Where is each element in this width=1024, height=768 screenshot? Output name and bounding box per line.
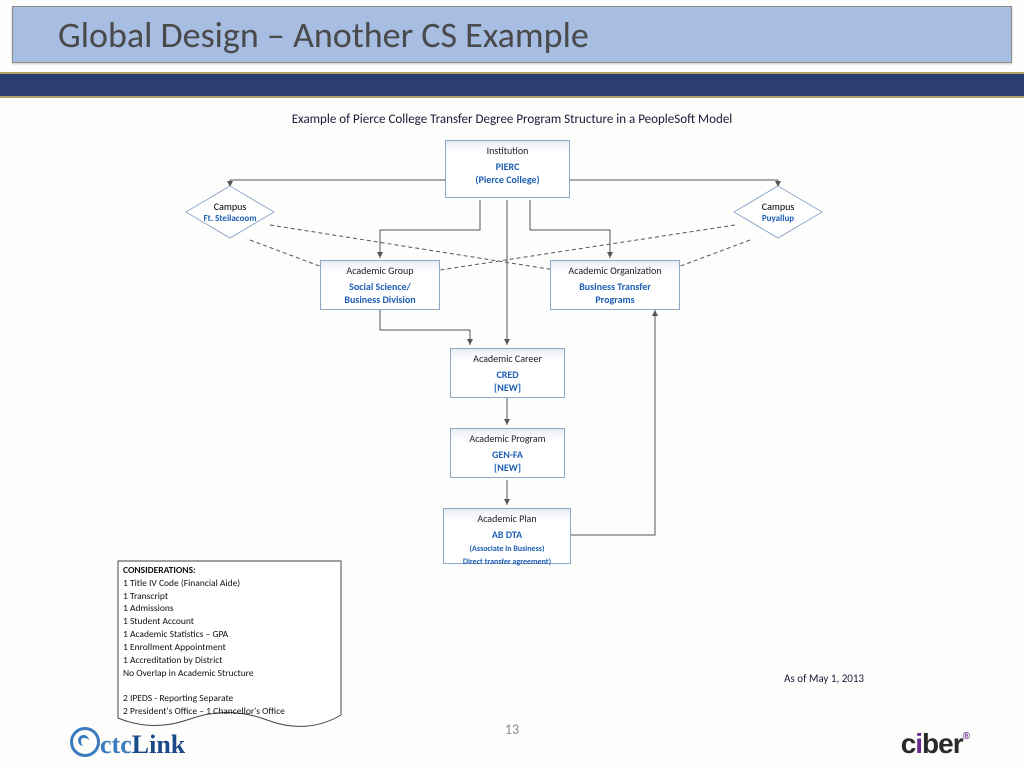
value: Business Transfer — [579, 280, 651, 293]
swirl-icon — [70, 727, 100, 757]
label: Academic Plan — [446, 512, 568, 525]
label: Academic Career — [453, 352, 562, 365]
as-of-date: As of May 1, 2013 — [784, 672, 864, 685]
box-academic-org: Academic Organization Business Transfer … — [550, 260, 680, 310]
box-academic-plan: Academic Plan AB DTA (Associate in Busin… — [443, 508, 571, 564]
box-academic-program: Academic Program GEN-FA [NEW] — [450, 428, 565, 478]
diamond-campus-left: Campus Ft. Steilacoom — [185, 185, 275, 239]
header-band — [0, 72, 1024, 98]
label: Academic Organization — [553, 264, 677, 277]
value: (Associate in Business) — [470, 544, 545, 554]
slide-title: Global Design – Another CS Example — [13, 7, 1011, 57]
value: Programs — [595, 293, 634, 306]
slide-title-bar: Global Design – Another CS Example — [12, 6, 1012, 63]
value: AB DTA — [492, 528, 522, 541]
diagram-subtitle: Example of Pierce College Transfer Degre… — [0, 112, 1024, 127]
label: Institution — [448, 144, 567, 157]
value: Ft. Steilacoom — [203, 213, 256, 224]
ctclink-logo: ctcctcLinkLink — [70, 727, 185, 760]
value: Social Science/ — [349, 280, 411, 293]
value: Business Division — [344, 293, 415, 306]
ciber-logo: ciber® — [901, 728, 969, 760]
label: Academic Group — [323, 264, 437, 277]
value: [NEW] — [494, 381, 521, 394]
slide-footer: 13 ctcctcLinkLink ciber® — [0, 708, 1024, 768]
value: [NEW] — [494, 461, 521, 474]
flowchart: Institution PIERC (Pierce College) Campu… — [110, 130, 910, 650]
box-institution: Institution PIERC (Pierce College) — [445, 140, 570, 198]
value: GEN-FA — [492, 448, 523, 461]
label: Campus — [762, 200, 795, 213]
box-academic-group: Academic Group Social Science/ Business … — [320, 260, 440, 310]
value: Direct transfer agreement) — [463, 557, 551, 567]
value: Puyallup — [762, 213, 794, 224]
value: (Pierce College) — [475, 173, 539, 186]
box-academic-career: Academic Career CRED [NEW] — [450, 348, 565, 398]
diamond-campus-right: Campus Puyallup — [733, 185, 823, 239]
label: Academic Program — [453, 432, 562, 445]
value: CRED — [496, 368, 518, 381]
value: PIERC — [496, 160, 520, 173]
label: Campus — [214, 200, 247, 213]
